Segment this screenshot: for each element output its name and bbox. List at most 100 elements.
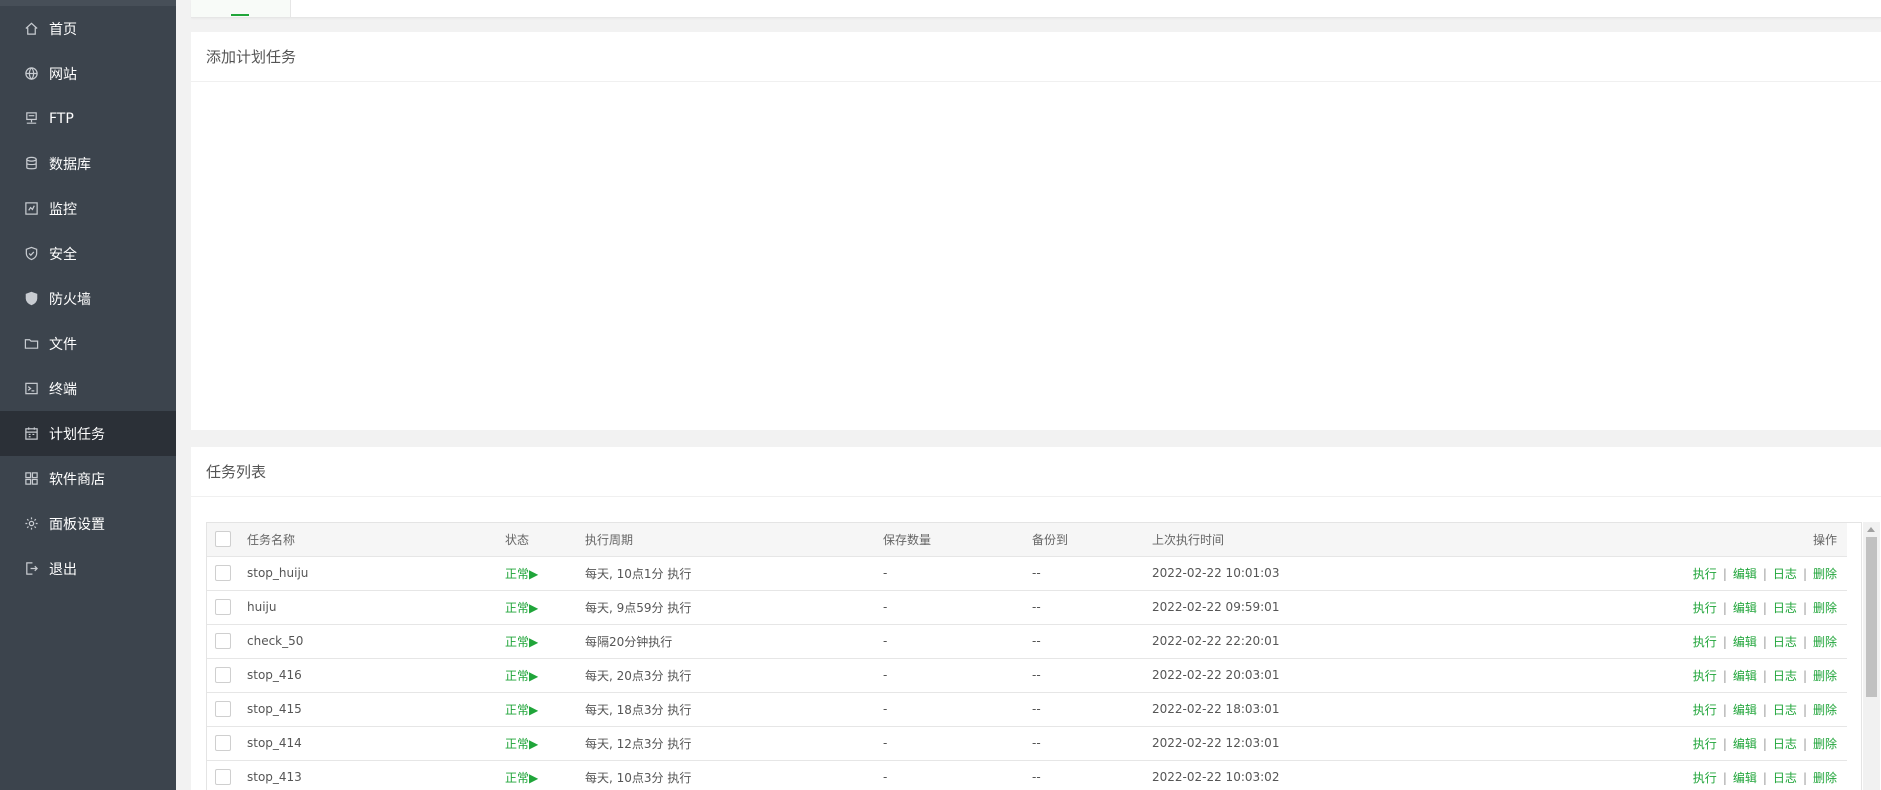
delete-link[interactable]: 删除 xyxy=(1813,737,1837,751)
delete-link[interactable]: 删除 xyxy=(1813,601,1837,615)
sidebar-item-home[interactable]: 首页 xyxy=(0,6,176,51)
sidebar-item-logout[interactable]: 退出 xyxy=(0,546,176,591)
run-link[interactable]: 执行 xyxy=(1693,669,1717,683)
row-checkbox[interactable] xyxy=(215,769,231,785)
edit-link[interactable]: 编辑 xyxy=(1733,567,1757,581)
task-list-panel: 任务列表 任务名称 状态 执行周期 保存数量 备份到 上次执行时间 操作 sto… xyxy=(191,447,1881,790)
run-link[interactable]: 执行 xyxy=(1693,771,1717,785)
edit-link[interactable]: 编辑 xyxy=(1733,771,1757,785)
log-link[interactable]: 日志 xyxy=(1773,635,1797,649)
log-link[interactable]: 日志 xyxy=(1773,669,1797,683)
task-cycle: 每天, 9点59分 执行 xyxy=(585,590,883,625)
run-link[interactable]: 执行 xyxy=(1693,737,1717,751)
sidebar-item-firewall[interactable]: 防火墙 xyxy=(0,276,176,321)
row-checkbox[interactable] xyxy=(215,565,231,581)
status-toggle[interactable]: 正常▶ xyxy=(505,703,538,717)
col-header-last-run: 上次执行时间 xyxy=(1152,523,1452,557)
op-separator: | xyxy=(1802,736,1807,751)
sidebar-item-terminal[interactable]: 终端 xyxy=(0,366,176,411)
log-link[interactable]: 日志 xyxy=(1773,703,1797,717)
task-cycle: 每天, 12点3分 执行 xyxy=(585,726,883,761)
sidebar-item-files[interactable]: 文件 xyxy=(0,321,176,366)
task-table: 任务名称 状态 执行周期 保存数量 备份到 上次执行时间 操作 stop_hui… xyxy=(207,523,1847,790)
edit-link[interactable]: 编辑 xyxy=(1733,737,1757,751)
ftp-icon xyxy=(23,111,39,127)
task-last-run: 2022-02-22 18:03:01 xyxy=(1152,692,1452,727)
op-separator: | xyxy=(1722,736,1727,751)
task-cycle: 每天, 18点3分 执行 xyxy=(585,692,883,727)
op-separator: | xyxy=(1802,566,1807,581)
status-toggle[interactable]: 正常▶ xyxy=(505,771,538,785)
row-checkbox[interactable] xyxy=(215,735,231,751)
scroll-thumb[interactable] xyxy=(1866,537,1877,697)
op-separator: | xyxy=(1762,566,1767,581)
status-toggle[interactable]: 正常▶ xyxy=(505,669,538,683)
top-tab-active[interactable] xyxy=(191,0,291,17)
log-link[interactable]: 日志 xyxy=(1773,771,1797,785)
sidebar-item-label: 网站 xyxy=(49,66,77,83)
log-link[interactable]: 日志 xyxy=(1773,737,1797,751)
delete-link[interactable]: 删除 xyxy=(1813,635,1837,649)
row-checkbox[interactable] xyxy=(215,701,231,717)
col-header-keep: 保存数量 xyxy=(883,523,1032,557)
sidebar-item-settings[interactable]: 面板设置 xyxy=(0,501,176,546)
log-link[interactable]: 日志 xyxy=(1773,601,1797,615)
task-ops: 执行 | 编辑 | 日志 | 删除 xyxy=(1452,624,1847,659)
delete-link[interactable]: 删除 xyxy=(1813,703,1837,717)
sidebar-item-monitor[interactable]: 监控 xyxy=(0,186,176,231)
run-link[interactable]: 执行 xyxy=(1693,703,1717,717)
op-separator: | xyxy=(1762,770,1767,785)
sidebar-item-label: 防火墙 xyxy=(49,291,91,308)
status-toggle[interactable]: 正常▶ xyxy=(505,635,538,649)
status-toggle[interactable]: 正常▶ xyxy=(505,601,538,615)
log-link[interactable]: 日志 xyxy=(1773,567,1797,581)
delete-link[interactable]: 删除 xyxy=(1813,567,1837,581)
row-checkbox[interactable] xyxy=(215,633,231,649)
run-link[interactable]: 执行 xyxy=(1693,635,1717,649)
task-last-run: 2022-02-22 12:03:01 xyxy=(1152,726,1452,761)
top-tab-strip xyxy=(191,0,1881,18)
op-separator: | xyxy=(1722,634,1727,649)
task-list-title: 任务列表 xyxy=(191,447,1881,497)
monitor-icon xyxy=(23,201,39,217)
sidebar-item-label: 终端 xyxy=(49,381,77,398)
sidebar-item-ftp[interactable]: FTP xyxy=(0,96,176,141)
task-ops: 执行 | 编辑 | 日志 | 删除 xyxy=(1452,760,1847,790)
sidebar-item-store[interactable]: 软件商店 xyxy=(0,456,176,501)
status-toggle[interactable]: 正常▶ xyxy=(505,737,538,751)
task-last-run: 2022-02-22 10:01:03 xyxy=(1152,556,1452,591)
edit-link[interactable]: 编辑 xyxy=(1733,703,1757,717)
edit-link[interactable]: 编辑 xyxy=(1733,669,1757,683)
sidebar-item-cron[interactable]: 计划任务 xyxy=(0,411,176,456)
task-backup: -- xyxy=(1032,556,1152,591)
op-separator: | xyxy=(1762,736,1767,751)
table-row: stop_413 正常▶ 每天, 10点3分 执行 - -- 2022-02-22 10:… xyxy=(207,760,1847,790)
scroll-up-arrow-icon[interactable] xyxy=(1867,527,1875,532)
delete-link[interactable]: 删除 xyxy=(1813,669,1837,683)
row-checkbox[interactable] xyxy=(215,667,231,683)
task-keep: - xyxy=(883,760,1032,790)
table-scrollbar[interactable] xyxy=(1863,522,1880,790)
edit-link[interactable]: 编辑 xyxy=(1733,635,1757,649)
sidebar-item-website[interactable]: 网站 xyxy=(0,51,176,96)
sidebar-item-label: FTP xyxy=(49,110,74,127)
op-separator: | xyxy=(1722,668,1727,683)
shield-icon xyxy=(23,246,39,262)
delete-link[interactable]: 删除 xyxy=(1813,771,1837,785)
task-name: check_50 xyxy=(247,624,505,659)
col-header-name: 任务名称 xyxy=(247,523,505,557)
task-backup: -- xyxy=(1032,692,1152,727)
sidebar-item-database[interactable]: 数据库 xyxy=(0,141,176,186)
run-link[interactable]: 执行 xyxy=(1693,601,1717,615)
folder-icon xyxy=(23,336,39,352)
select-all-checkbox[interactable] xyxy=(215,531,231,548)
status-toggle[interactable]: 正常▶ xyxy=(505,567,538,581)
op-separator: | xyxy=(1802,634,1807,649)
row-checkbox[interactable] xyxy=(215,599,231,615)
op-separator: | xyxy=(1762,634,1767,649)
task-ops: 执行 | 编辑 | 日志 | 删除 xyxy=(1452,590,1847,625)
task-name: huiju xyxy=(247,590,505,625)
sidebar-item-security[interactable]: 安全 xyxy=(0,231,176,276)
run-link[interactable]: 执行 xyxy=(1693,567,1717,581)
edit-link[interactable]: 编辑 xyxy=(1733,601,1757,615)
